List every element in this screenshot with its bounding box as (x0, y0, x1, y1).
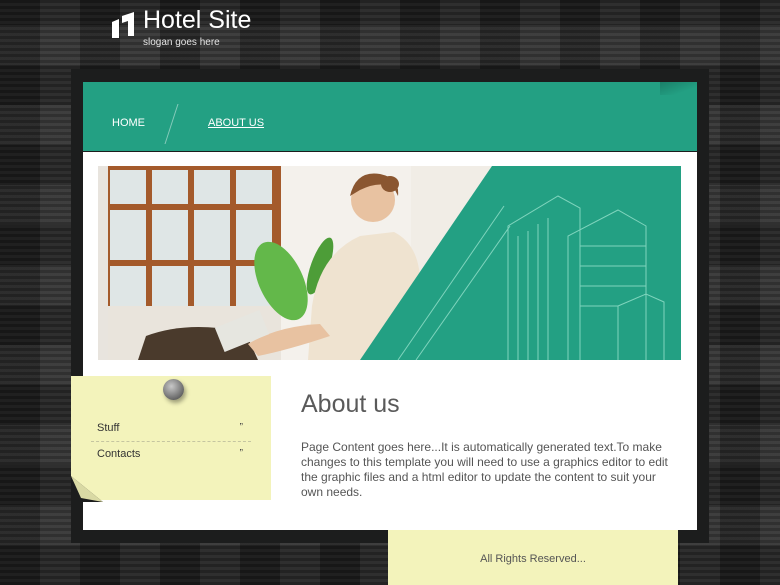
page-content-text: Page Content goes here...It is automatic… (301, 440, 668, 499)
hero-illustration (98, 166, 681, 360)
building-logo-icon (112, 12, 134, 38)
nav-divider (164, 104, 179, 144)
nav-fold-corner (660, 82, 697, 95)
nav-home-link[interactable]: HOME (112, 117, 145, 129)
push-pin-icon (163, 379, 184, 400)
sidebar-item-contacts[interactable]: Contacts ” (97, 448, 249, 460)
sidebar-item-label: Stuff (97, 422, 120, 434)
nav-about-link[interactable]: ABOUT US (208, 117, 264, 129)
sidebar-arrow-icon: ” (239, 422, 243, 433)
page-curl-icon (71, 476, 103, 502)
site-slogan: slogan goes here (143, 37, 220, 48)
sidebar-item-stuff[interactable]: Stuff ” (97, 422, 249, 434)
site-title: Hotel Site (143, 6, 252, 34)
footer-copyright: All Rights Reserved... (480, 553, 586, 565)
sidebar-divider (91, 441, 251, 442)
footer-note: All Rights Reserved... (388, 530, 678, 585)
page-title: About us (301, 390, 400, 418)
hero-banner-image (98, 166, 681, 360)
sidebar-arrow-icon: ” (239, 448, 243, 459)
sidebar-item-label: Contacts (97, 448, 141, 460)
main-nav: HOME ABOUT US (83, 82, 697, 151)
